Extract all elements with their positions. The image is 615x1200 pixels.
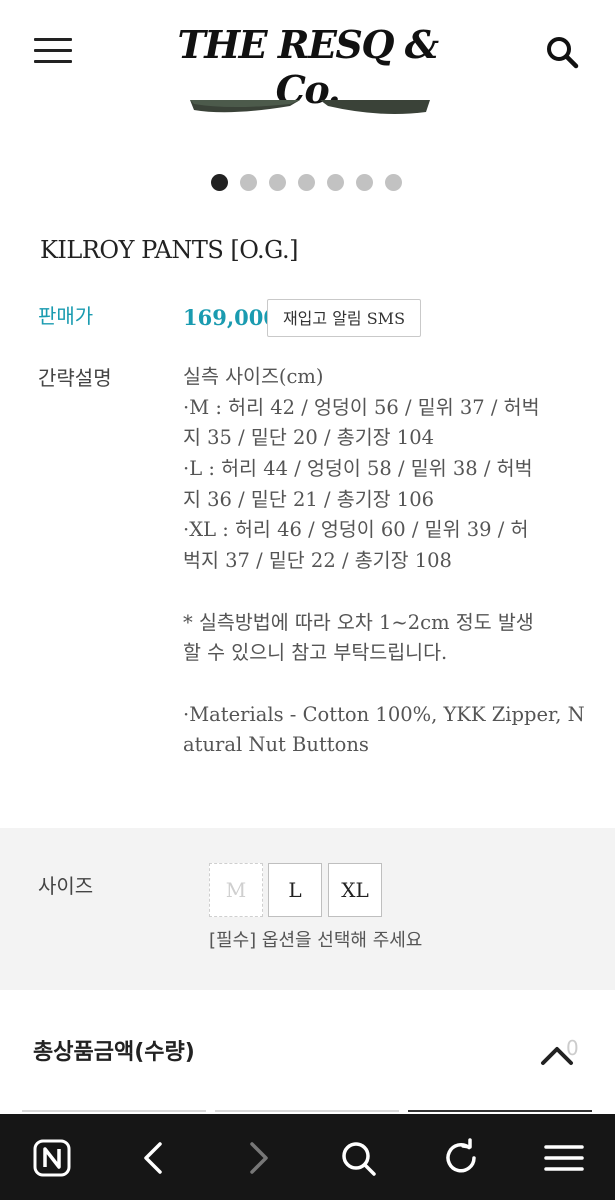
product-title: KILROY PANTS [O.G.]: [40, 236, 299, 264]
product-price: 169,000: [183, 305, 278, 330]
size-option-xl[interactable]: XL: [328, 863, 382, 917]
total-price-label: 총상품금액(수량): [33, 1040, 195, 1065]
carousel-dot[interactable]: [269, 174, 286, 191]
carousel-dot[interactable]: [356, 174, 373, 191]
carousel-dot[interactable]: [385, 174, 402, 191]
description-line: atural Nut Buttons: [183, 733, 369, 757]
description-line: ·XL : 허리 46 / 엉덩이 60 / 밑위 39 / 허: [183, 518, 529, 542]
forward-icon[interactable]: [238, 1138, 278, 1178]
description-line: ·Materials - Cotton 100%, YKK Zipper, N: [183, 702, 585, 726]
description-line: 지 35 / 밑단 20 / 총기장 104: [183, 426, 435, 450]
browser-nav-bar: [0, 1114, 615, 1200]
size-option-l[interactable]: L: [268, 863, 322, 917]
search-icon[interactable]: [544, 34, 580, 70]
description-line: ·L : 허리 44 / 엉덩이 58 / 밑위 38 / 허벅: [183, 457, 533, 481]
top-header: THE RESQ & Co.: [0, 0, 615, 112]
description-line: 실측 사이즈(cm): [183, 365, 324, 388]
price-label: 판매가: [38, 304, 94, 328]
carousel-dot[interactable]: [211, 174, 228, 191]
description-label: 간략설명: [38, 366, 112, 390]
description-line: ·M : 허리 42 / 엉덩이 56 / 밑위 37 / 허벅: [183, 395, 540, 419]
carousel-dot[interactable]: [298, 174, 315, 191]
menu-icon[interactable]: [544, 1138, 584, 1178]
description-line: [183, 577, 583, 608]
brand-logo[interactable]: THE RESQ & Co.: [150, 22, 465, 112]
size-option-m[interactable]: M: [209, 863, 263, 917]
product-description: 실측 사이즈(cm) ·M : 허리 42 / 엉덩이 56 / 밑위 37 /…: [183, 362, 585, 761]
naver-icon[interactable]: [32, 1138, 72, 1178]
back-icon[interactable]: [134, 1138, 174, 1178]
chevron-up-icon[interactable]: [540, 1044, 574, 1066]
restock-sms-button[interactable]: 재입고 알림 SMS: [267, 299, 421, 337]
size-label: 사이즈: [38, 874, 94, 898]
product-image: [190, 100, 430, 114]
description-line: 지 36 / 밑단 21 / 총기장 106: [183, 487, 435, 511]
description-line: 할 수 있으니 참고 부탁드립니다.: [183, 641, 448, 665]
description-line: [183, 669, 583, 700]
option-required-hint: [필수] 옵션을 선택해 주세요: [209, 930, 423, 951]
carousel-dot[interactable]: [240, 174, 257, 191]
carousel-dot[interactable]: [327, 174, 344, 191]
refresh-icon[interactable]: [441, 1138, 481, 1178]
search-icon[interactable]: [338, 1138, 378, 1178]
hamburger-menu-icon[interactable]: [34, 38, 72, 64]
description-line: * 실측방법에 따라 오차 1~2cm 정도 발생: [183, 610, 534, 634]
description-line: 벅지 37 / 밑단 22 / 총기장 108: [183, 549, 452, 573]
